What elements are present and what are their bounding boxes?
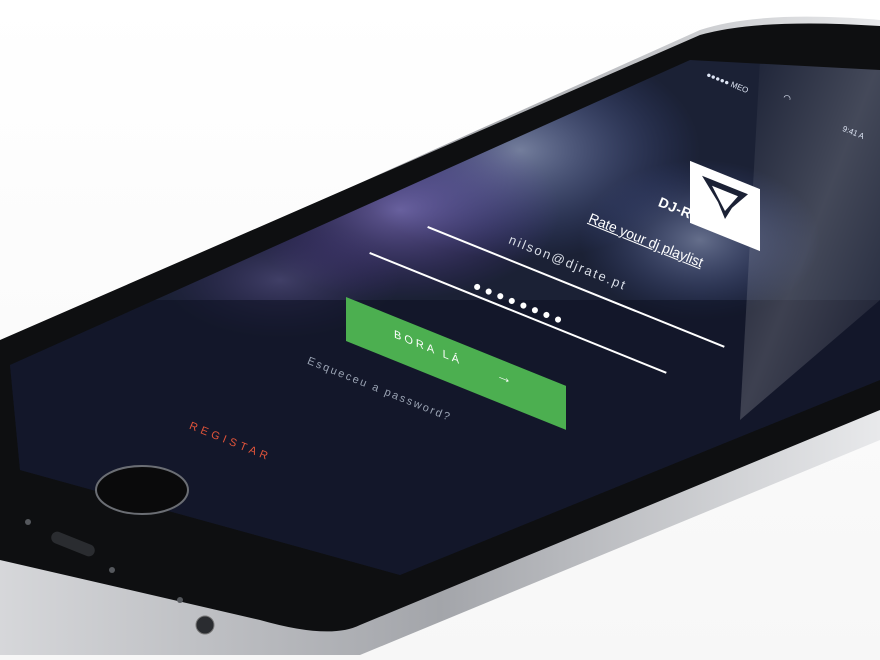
speaker-hole (25, 519, 31, 525)
headphone-jack (195, 615, 215, 635)
phone-illustration (0, 16, 880, 655)
speaker-hole (109, 567, 115, 573)
home-button (95, 465, 189, 515)
speaker-hole (177, 597, 183, 603)
phone-mockup-scene: ●●●●● MEO ◠ 9:41 A DJ-RATE Rate your dj … (0, 0, 880, 660)
